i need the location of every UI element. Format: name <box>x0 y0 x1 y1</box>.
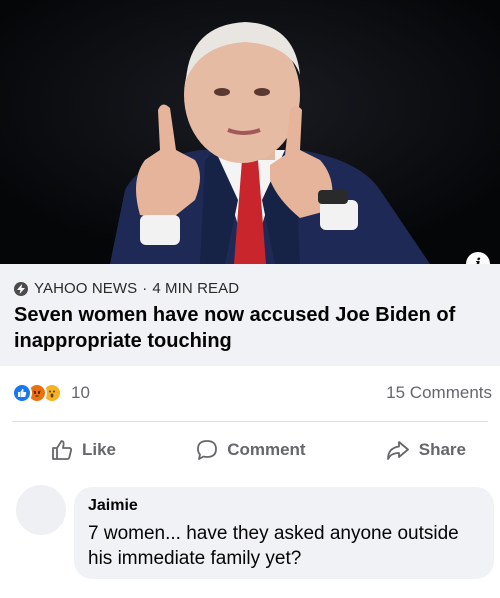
share-button[interactable]: Share <box>385 438 466 462</box>
link-headline[interactable]: Seven women have now accused Joe Biden o… <box>14 302 486 354</box>
lightning-bolt-icon <box>14 281 28 296</box>
link-preview[interactable]: YAHOO NEWS · 4 MIN READ Seven women have… <box>0 264 500 366</box>
read-time: 4 MIN READ <box>152 280 240 297</box>
speech-bubble-icon <box>197 440 218 460</box>
comment-label: Comment <box>227 440 306 459</box>
post-image[interactable] <box>0 0 500 264</box>
source-separator: · <box>142 280 148 297</box>
link-source: YAHOO NEWS <box>34 280 138 297</box>
comment-button[interactable]: Comment <box>195 438 306 462</box>
comment-text: 7 women... have they asked anyone outsid… <box>88 523 459 569</box>
comment-item: Jaimie 7 women... have they asked anyone… <box>0 485 500 585</box>
comment-author[interactable]: Jaimie <box>88 497 480 515</box>
avatar[interactable] <box>16 485 66 535</box>
reaction-count: 10 <box>71 383 90 402</box>
share-arrow-icon <box>386 441 409 460</box>
news-photo <box>0 0 500 264</box>
reaction-icons[interactable]: 10 <box>12 383 90 403</box>
comment-bubble[interactable]: Jaimie 7 women... have they asked anyone… <box>74 487 494 579</box>
share-label: Share <box>418 440 466 459</box>
like-reaction-icon <box>12 383 32 403</box>
link-source-row: YAHOO NEWS · 4 MIN READ <box>14 280 486 297</box>
like-label: Like <box>82 440 117 459</box>
comments-count-link[interactable]: 15 Comments <box>386 383 492 403</box>
like-button[interactable]: Like <box>50 438 116 462</box>
actions-divider <box>12 421 488 422</box>
post-actions: Like Comment Share <box>0 428 500 472</box>
thumbs-up-icon <box>52 440 72 460</box>
reactions-summary: 10 15 Comments <box>0 378 500 408</box>
